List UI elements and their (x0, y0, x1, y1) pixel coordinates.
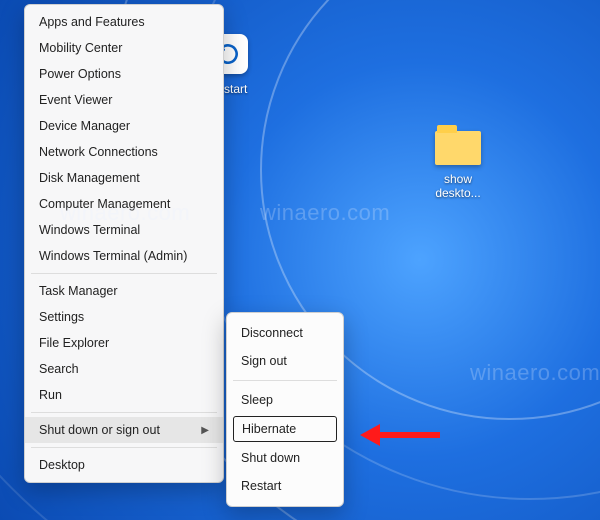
submenu-item-disconnect[interactable]: Disconnect (227, 319, 343, 347)
menu-item-event-viewer[interactable]: Event Viewer (25, 87, 223, 113)
arrow-shaft (380, 432, 440, 438)
submenu-item-sign-out[interactable]: Sign out (227, 347, 343, 375)
menu-separator (233, 380, 337, 381)
menu-separator (31, 273, 217, 274)
menu-item-network-connections[interactable]: Network Connections (25, 139, 223, 165)
winx-context-menu: Apps and Features Mobility Center Power … (24, 4, 224, 483)
submenu-item-sleep[interactable]: Sleep (227, 386, 343, 414)
menu-separator (31, 447, 217, 448)
submenu-item-restart[interactable]: Restart (227, 472, 343, 500)
menu-item-search[interactable]: Search (25, 356, 223, 382)
menu-item-power-options[interactable]: Power Options (25, 61, 223, 87)
menu-item-shut-down-or-sign-out[interactable]: Shut down or sign out ▶ (25, 417, 223, 443)
arrow-head-icon (360, 424, 380, 446)
menu-item-windows-terminal-admin[interactable]: Windows Terminal (Admin) (25, 243, 223, 269)
menu-item-file-explorer[interactable]: File Explorer (25, 330, 223, 356)
menu-item-computer-management[interactable]: Computer Management (25, 191, 223, 217)
menu-separator (31, 412, 217, 413)
menu-item-device-manager[interactable]: Device Manager (25, 113, 223, 139)
menu-item-task-manager[interactable]: Task Manager (25, 278, 223, 304)
menu-item-mobility-center[interactable]: Mobility Center (25, 35, 223, 61)
folder-icon (434, 120, 482, 168)
power-submenu: Disconnect Sign out Sleep Hibernate Shut… (226, 312, 344, 507)
menu-item-desktop[interactable]: Desktop (25, 452, 223, 478)
menu-item-windows-terminal[interactable]: Windows Terminal (25, 217, 223, 243)
desktop-icon-show-desktop-folder[interactable]: show deskto... (420, 120, 496, 200)
desktop-icon-label: show deskto... (420, 172, 496, 200)
desktop[interactable]: winaero.com winaero.com winaero.com Rest… (0, 0, 600, 520)
menu-item-settings[interactable]: Settings (25, 304, 223, 330)
menu-item-apps-and-features[interactable]: Apps and Features (25, 9, 223, 35)
menu-item-label: Shut down or sign out (39, 423, 160, 437)
menu-item-run[interactable]: Run (25, 382, 223, 408)
submenu-item-shut-down[interactable]: Shut down (227, 444, 343, 472)
chevron-right-icon: ▶ (201, 425, 209, 436)
annotation-arrow (360, 424, 440, 446)
submenu-item-hibernate[interactable]: Hibernate (233, 416, 337, 442)
menu-item-disk-management[interactable]: Disk Management (25, 165, 223, 191)
